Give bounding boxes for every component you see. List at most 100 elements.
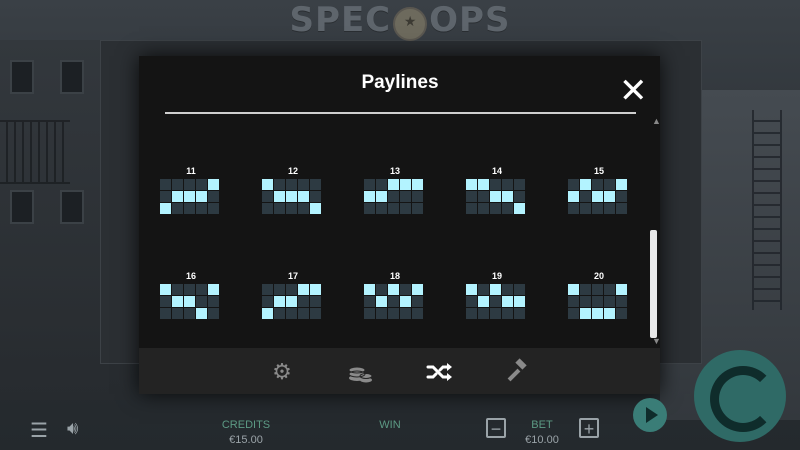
close-icon[interactable]: ✕ — [619, 74, 648, 108]
paylines-modal — [139, 56, 660, 394]
payline-number: 15 — [593, 166, 604, 176]
payline-cell — [184, 203, 195, 214]
payline-cell — [274, 308, 285, 319]
scroll-down-icon[interactable]: ▼ — [652, 336, 661, 346]
payline-cell-active — [568, 284, 579, 295]
payline-cell — [514, 179, 525, 190]
payline-cell — [160, 308, 171, 319]
payline-cell — [568, 308, 579, 319]
payline-pattern — [160, 284, 220, 320]
payline-cell — [592, 284, 603, 295]
payline-cell-active — [298, 191, 309, 202]
spin-button[interactable] — [694, 350, 786, 442]
payline-cell — [196, 179, 207, 190]
payline-cell-active — [592, 308, 603, 319]
payline-cell-active — [184, 296, 195, 307]
payline-cell — [298, 203, 309, 214]
payline-cell-active — [274, 296, 285, 307]
payline-cell — [490, 296, 501, 307]
payline-cell-active — [364, 284, 375, 295]
payline-pattern — [160, 179, 220, 215]
payline-cell — [274, 203, 285, 214]
payline-cell-active — [376, 296, 387, 307]
payline-cell-active — [196, 191, 207, 202]
payline-cell — [490, 203, 501, 214]
payline-cell — [592, 179, 603, 190]
payline-cell — [184, 284, 195, 295]
payline-cell — [160, 296, 171, 307]
payline-cell — [172, 284, 183, 295]
bet-value: €10.00 — [525, 434, 559, 446]
scrollbar-thumb[interactable] — [650, 230, 657, 338]
payline-cell — [172, 203, 183, 214]
payline-cell — [208, 308, 219, 319]
payline-cell — [604, 179, 615, 190]
decrease-bet-button[interactable]: − — [486, 418, 506, 439]
payline-cell — [502, 308, 513, 319]
payline-cell — [514, 284, 525, 295]
menu-icon[interactable]: ☰ — [30, 418, 48, 443]
payline-cell-active — [568, 191, 579, 202]
payline-cell — [376, 179, 387, 190]
payline-cell-active — [580, 308, 591, 319]
increase-bet-button[interactable]: + — [579, 418, 599, 439]
payline-cell — [490, 179, 501, 190]
payline-cell — [208, 296, 219, 307]
payline-cell-active — [388, 179, 399, 190]
payline-cell — [466, 203, 477, 214]
payline-cell-active — [388, 284, 399, 295]
payline-pattern — [568, 179, 628, 215]
payline-cell — [274, 284, 285, 295]
shuffle-icon[interactable] — [425, 358, 453, 386]
payline-cell-active — [262, 179, 273, 190]
payline-cell — [478, 203, 489, 214]
gear-icon[interactable]: ⚙ — [268, 358, 296, 386]
payline-cell-active — [184, 191, 195, 202]
payline-cell-active — [286, 296, 297, 307]
coins-glyph — [348, 366, 373, 383]
win-label: WIN — [379, 419, 401, 431]
payline-cell-active — [412, 179, 423, 190]
payline-cell-active — [490, 284, 501, 295]
payline-cell — [478, 191, 489, 202]
autoplay-button[interactable] — [633, 398, 667, 432]
payline-cell — [502, 179, 513, 190]
payline-cell — [388, 191, 399, 202]
payline-cell-active — [466, 284, 477, 295]
payline-cell — [616, 296, 627, 307]
payline-cell-active — [592, 191, 603, 202]
payline-cell — [514, 308, 525, 319]
payline-cell — [580, 191, 591, 202]
scroll-up-icon[interactable]: ▲ — [652, 116, 661, 126]
sound-icon[interactable]: 🔊︎ — [67, 418, 78, 439]
payline-cell-active — [172, 296, 183, 307]
payline-cell — [478, 284, 489, 295]
payline-cell — [196, 296, 207, 307]
payline-cell-active — [514, 296, 525, 307]
fire-escape — [0, 120, 70, 184]
payline-cell — [196, 203, 207, 214]
payline-cell-active — [310, 203, 321, 214]
gavel-icon[interactable] — [503, 358, 531, 386]
payline-cell — [376, 284, 387, 295]
payline-cell — [364, 296, 375, 307]
bet-label: BET — [531, 419, 553, 431]
payline-cell — [400, 191, 411, 202]
payline-cell — [172, 308, 183, 319]
payline-cell — [310, 308, 321, 319]
payline-cell — [286, 179, 297, 190]
payline-cell-active — [400, 296, 411, 307]
payline-cell — [412, 296, 423, 307]
payline-cell-active — [478, 296, 489, 307]
payline-cell — [568, 179, 579, 190]
payline-cell — [172, 179, 183, 190]
payline-cell — [376, 203, 387, 214]
modal-title: Paylines — [361, 72, 439, 93]
payline-cell — [502, 203, 513, 214]
payline-cell — [604, 284, 615, 295]
payline-cell — [466, 191, 477, 202]
payline-number: 14 — [491, 166, 502, 176]
payline-cell — [376, 308, 387, 319]
payline-cell-active — [580, 179, 591, 190]
coins-icon[interactable] — [346, 358, 374, 386]
